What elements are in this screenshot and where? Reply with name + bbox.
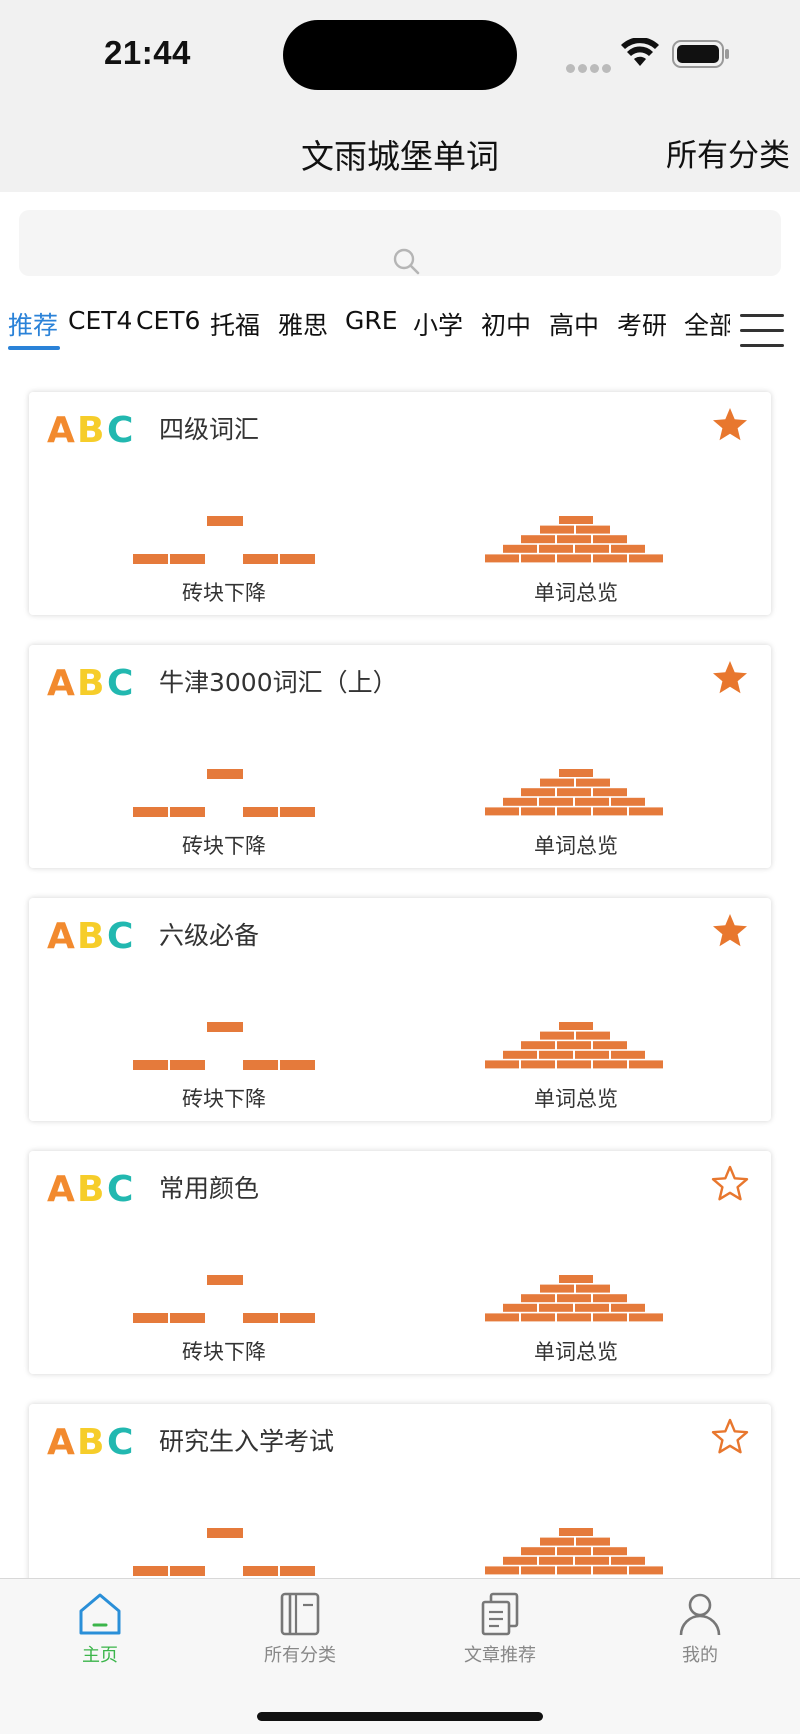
svg-text:A: A — [47, 663, 75, 701]
tab-home[interactable]: 主页 — [30, 1591, 170, 1667]
word-overview-button[interactable]: 单词总览 — [476, 577, 676, 607]
tab-articles-label: 文章推荐 — [464, 1645, 536, 1666]
tab-home-label: 主页 — [82, 1645, 118, 1666]
star-outline-icon[interactable] — [711, 1165, 749, 1203]
abc-logo-icon: ABC — [47, 1169, 133, 1207]
brick-drop-button[interactable]: 砖块下降 — [124, 577, 324, 607]
tab-all-categories-label: 所有分类 — [264, 1645, 336, 1666]
home-indicator — [257, 1712, 543, 1721]
svg-text:C: C — [107, 410, 133, 448]
svg-text:B: B — [77, 1422, 104, 1460]
word-overview-button[interactable]: 单词总览 — [476, 830, 676, 860]
search-input[interactable] — [19, 210, 781, 276]
word-overview-button[interactable]: 单词总览 — [476, 1083, 676, 1113]
svg-text:A: A — [47, 1422, 75, 1460]
brick-drop-icon[interactable] — [133, 516, 315, 564]
main-content: 推荐 CET4 CET6 托福 雅思 GRE 小学 初中 高中 考研 全部 AB… — [0, 192, 800, 1578]
svg-text:A: A — [47, 916, 75, 954]
navigation-bar: 文雨城堡单词 所有分类 — [0, 100, 800, 192]
svg-text:B: B — [77, 1169, 104, 1207]
wordbook-card[interactable]: A B C 牛津3000词汇（上） 砖块下降 单词总览 — [29, 645, 771, 868]
brick-drop-button[interactable]: 砖块下降 — [124, 1083, 324, 1113]
home-icon — [79, 1593, 121, 1635]
tab-profile[interactable]: 我的 — [630, 1591, 770, 1667]
tab-ielts[interactable]: 雅思 — [278, 306, 328, 342]
tab-cet4[interactable]: CET4 — [68, 306, 132, 335]
brick-drop-button[interactable]: 砖块下降 — [124, 830, 324, 860]
wordbook-card[interactable]: A B C 常用颜色砖块下降 单词总览 — [29, 1151, 771, 1374]
tab-primary-school[interactable]: 小学 — [413, 306, 463, 342]
status-time: 21:44 — [104, 34, 191, 71]
wordbook-title: 四级词汇 — [159, 415, 260, 444]
abc-logo-icon: ABC — [47, 916, 133, 954]
tab-articles[interactable]: 文章推荐 — [430, 1591, 570, 1667]
abc-logo-icon: ABC — [47, 663, 133, 701]
wordbook-title: 研究生入学考试 — [159, 1427, 335, 1456]
star-filled-icon[interactable] — [711, 912, 749, 950]
star-filled-icon[interactable] — [711, 406, 749, 444]
star-outline-icon[interactable] — [711, 1418, 749, 1456]
svg-text:C: C — [107, 916, 133, 954]
wordbook-title: 牛津3000词汇（上） — [159, 668, 398, 697]
book-icon — [280, 1592, 320, 1636]
all-categories-button[interactable]: 所有分类 — [666, 130, 790, 175]
menu-icon[interactable] — [738, 310, 786, 352]
bottom-tab-bar: 主页 所有分类 文章推荐 我的 — [0, 1578, 800, 1734]
svg-text:B: B — [77, 663, 104, 701]
brick-drop-icon[interactable] — [133, 1528, 315, 1576]
star-filled-icon[interactable] — [711, 659, 749, 697]
wordbook-card[interactable]: A B C 六级必备砖块下降 单词总览 — [29, 898, 771, 1121]
tab-all-categories[interactable]: 所有分类 — [230, 1591, 370, 1667]
svg-text:C: C — [107, 1169, 133, 1207]
documents-icon — [481, 1592, 519, 1636]
svg-text:A: A — [47, 1169, 75, 1207]
svg-text:B: B — [77, 410, 104, 448]
wordbook-title: 六级必备 — [159, 921, 260, 950]
wordbook-card[interactable]: ABC研究生入学考试砖块下降单词总览 — [29, 1404, 771, 1578]
brick-drop-icon[interactable] — [133, 769, 315, 817]
tab-profile-label: 我的 — [682, 1645, 718, 1666]
brick-drop-icon[interactable] — [133, 1275, 315, 1323]
dynamic-island — [283, 20, 517, 90]
brick-pyramid-icon[interactable] — [485, 516, 667, 564]
svg-text:A: A — [47, 410, 75, 448]
tab-recommended[interactable]: 推荐 — [8, 306, 58, 342]
brick-drop-icon[interactable] — [133, 1022, 315, 1070]
active-tab-indicator — [8, 346, 60, 350]
tab-postgraduate[interactable]: 考研 — [617, 306, 667, 342]
battery-icon — [672, 40, 729, 68]
word-overview-button[interactable]: 单词总览 — [476, 1336, 676, 1366]
signal-dots-icon — [566, 58, 614, 77]
status-bar: 21:44 — [0, 0, 800, 100]
brick-pyramid-icon[interactable] — [485, 1275, 667, 1323]
category-tabs: 推荐 CET4 CET6 托福 雅思 GRE 小学 初中 高中 考研 全部 — [0, 292, 730, 354]
tab-gre[interactable]: GRE — [345, 306, 398, 335]
svg-text:B: B — [77, 916, 104, 954]
svg-text:C: C — [107, 663, 133, 701]
brick-pyramid-icon[interactable] — [485, 1022, 667, 1070]
wordbook-card[interactable]: A B C 四级词汇砖块下降 单词总览 — [29, 392, 771, 615]
svg-text:C: C — [107, 1422, 133, 1460]
tab-toefl[interactable]: 托福 — [210, 306, 260, 342]
abc-logo-icon: ABC — [47, 410, 133, 448]
brick-pyramid-icon[interactable] — [485, 1528, 667, 1576]
tab-cet6[interactable]: CET6 — [136, 306, 200, 335]
tab-all[interactable]: 全部 — [684, 306, 730, 342]
wifi-icon — [621, 38, 659, 66]
wordbook-title: 常用颜色 — [159, 1174, 260, 1203]
tab-junior-high[interactable]: 初中 — [481, 306, 531, 342]
tab-senior-high[interactable]: 高中 — [549, 306, 599, 342]
search-icon — [393, 248, 420, 275]
profile-icon — [679, 1593, 721, 1636]
brick-pyramid-icon[interactable] — [485, 769, 667, 817]
brick-drop-button[interactable]: 砖块下降 — [124, 1336, 324, 1366]
abc-logo-icon: ABC — [47, 1422, 133, 1460]
